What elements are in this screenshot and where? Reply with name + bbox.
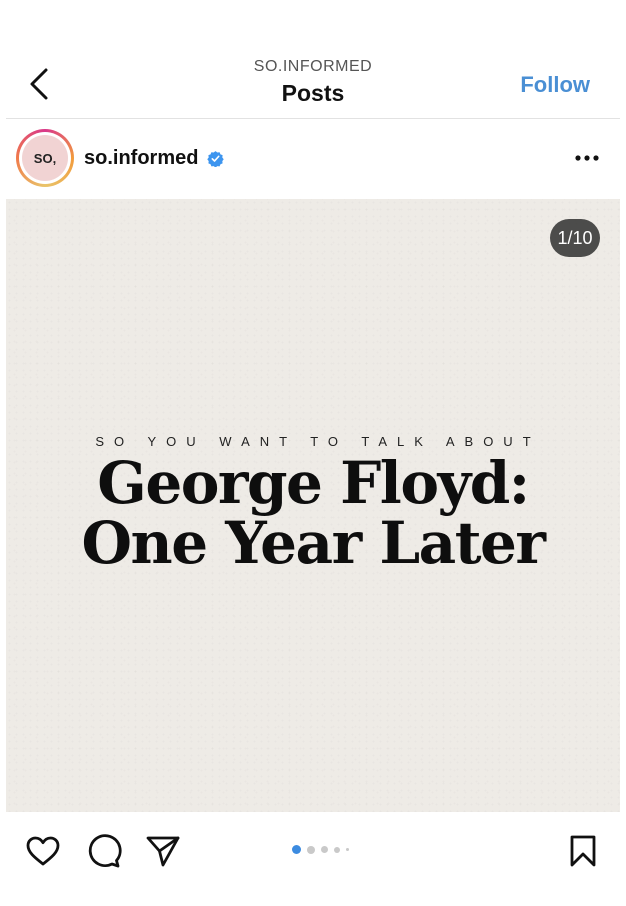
more-options-icon[interactable]	[574, 153, 600, 163]
headline-line-1: George Floyd:	[97, 449, 530, 517]
pagination-dot	[346, 848, 349, 851]
comment-button[interactable]	[84, 832, 122, 870]
heart-icon	[26, 836, 60, 866]
post-actions-bar	[0, 812, 626, 906]
post-view: SO.INFORMED Posts Follow SO, so.informed…	[0, 0, 626, 906]
pagination-dot	[334, 846, 340, 853]
pagination-dot-active	[292, 845, 301, 854]
headline-line-2: One Year Later	[81, 509, 547, 577]
post-kicker-text: SO YOU WANT TO TALK ABOUT	[95, 434, 541, 449]
like-button[interactable]	[24, 832, 62, 870]
post-author-row: SO, so.informed	[0, 119, 626, 199]
avatar-label: SO,	[22, 135, 68, 181]
post-carousel-image[interactable]: 1/10 SO YOU WANT TO TALK ABOUT George Fl…	[6, 199, 620, 812]
pagination-dot	[321, 846, 328, 853]
verified-badge-icon	[207, 151, 224, 167]
paper-plane-icon	[146, 836, 180, 867]
top-bar: SO.INFORMED Posts Follow	[0, 0, 626, 118]
post-headline: George Floyd: One Year Later	[6, 453, 620, 573]
avatar[interactable]: SO,	[16, 129, 74, 187]
slide-counter-badge: 1/10	[550, 219, 600, 257]
bookmark-icon	[570, 835, 596, 867]
save-button[interactable]	[564, 832, 602, 870]
username-link[interactable]: so.informed	[84, 147, 198, 170]
share-button[interactable]	[144, 832, 182, 870]
follow-button[interactable]: Follow	[520, 72, 590, 98]
carousel-pagination	[292, 845, 349, 854]
comment-bubble-icon	[88, 834, 122, 868]
pagination-dot	[307, 845, 315, 854]
